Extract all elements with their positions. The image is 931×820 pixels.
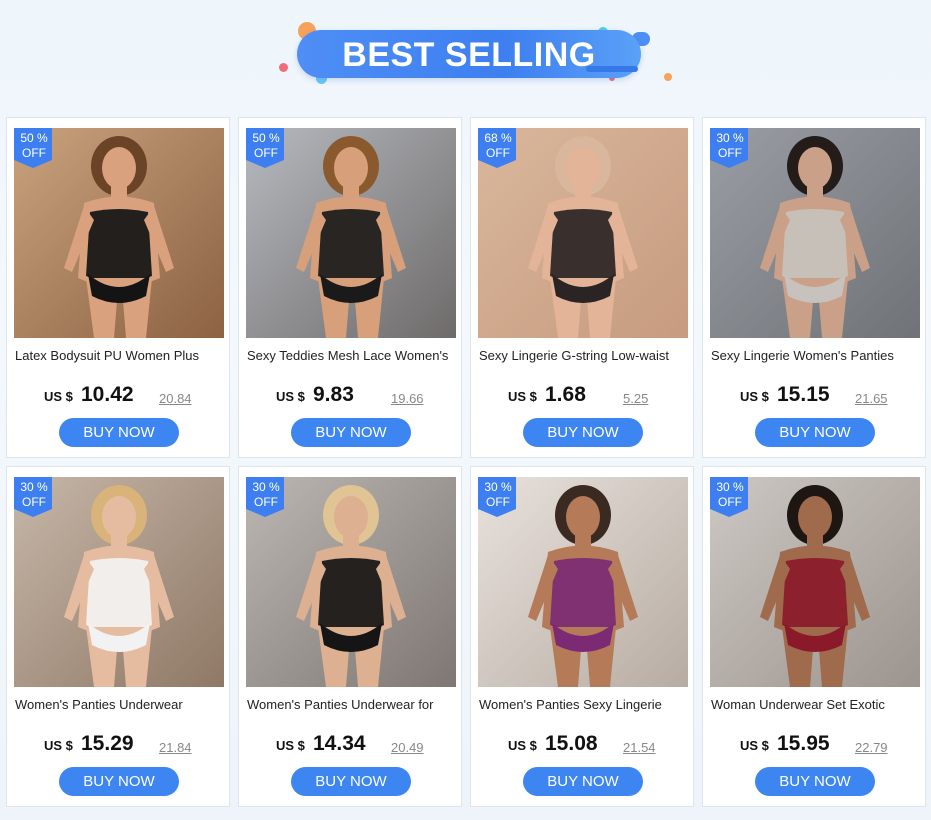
- discount-percent: 50 %: [252, 131, 280, 145]
- discount-badge-text: 68 % OFF: [478, 131, 518, 161]
- original-price: 21.84: [159, 740, 192, 755]
- product-card[interactable]: 30 % OFF Women's Panties Sexy Lingerie US $…: [470, 466, 694, 807]
- price-row: US $ 1.68 5.25: [471, 383, 695, 409]
- product-title[interactable]: Sexy Lingerie G-string Low-waist: [479, 348, 687, 363]
- sale-price: 15.29: [81, 732, 134, 755]
- currency-label: US $: [44, 389, 73, 404]
- discount-off-label: OFF: [254, 146, 278, 160]
- sale-price: 15.95: [777, 732, 830, 755]
- buy-now-button[interactable]: BUY NOW: [291, 767, 411, 796]
- original-price: 20.49: [391, 740, 424, 755]
- discount-badge-text: 50 % OFF: [14, 131, 54, 161]
- product-card[interactable]: 50 % OFF Latex Bodysuit PU Women Plus US $ 1…: [6, 117, 230, 458]
- product-card[interactable]: 50 % OFF Sexy Teddies Mesh Lace Women's US …: [238, 117, 462, 458]
- price-row: US $ 15.08 21.54: [471, 732, 695, 758]
- product-title[interactable]: Women's Panties Sexy Lingerie: [479, 697, 687, 712]
- original-price: 21.54: [623, 740, 656, 755]
- buy-now-button[interactable]: BUY NOW: [291, 418, 411, 447]
- product-card[interactable]: 68 % OFF Sexy Lingerie G-string Low-waist U…: [470, 117, 694, 458]
- product-title[interactable]: Women's Panties Underwear for: [247, 697, 455, 712]
- decor-dot: [664, 73, 672, 81]
- sale-price: 15.15: [777, 383, 830, 406]
- original-price: 22.79: [855, 740, 888, 755]
- discount-off-label: OFF: [486, 495, 510, 509]
- buy-now-button[interactable]: BUY NOW: [59, 418, 179, 447]
- currency-label: US $: [740, 738, 769, 753]
- discount-percent: 30 %: [484, 480, 512, 494]
- discount-off-label: OFF: [718, 495, 742, 509]
- sale-price: 1.68: [545, 383, 586, 406]
- discount-percent: 50 %: [20, 131, 48, 145]
- price-row: US $ 15.15 21.65: [703, 383, 927, 409]
- discount-percent: 68 %: [484, 131, 512, 145]
- product-title[interactable]: Sexy Lingerie Women's Panties: [711, 348, 919, 363]
- buy-now-button[interactable]: BUY NOW: [755, 418, 875, 447]
- original-price: 19.66: [391, 391, 424, 406]
- discount-off-label: OFF: [22, 146, 46, 160]
- product-title[interactable]: Woman Underwear Set Exotic: [711, 697, 919, 712]
- original-price: 21.65: [855, 391, 888, 406]
- discount-badge-text: 30 % OFF: [14, 480, 54, 510]
- discount-off-label: OFF: [486, 146, 510, 160]
- discount-off-label: OFF: [254, 495, 278, 509]
- currency-label: US $: [740, 389, 769, 404]
- best-selling-banner: BEST SELLING: [0, 0, 931, 110]
- price-row: US $ 9.83 19.66: [239, 383, 463, 409]
- discount-off-label: OFF: [718, 146, 742, 160]
- product-title[interactable]: Sexy Teddies Mesh Lace Women's: [247, 348, 455, 363]
- banner-title: BEST SELLING: [342, 36, 596, 74]
- sale-price: 14.34: [313, 732, 366, 755]
- product-card[interactable]: 30 % OFF Woman Underwear Set Exotic US $ 15.…: [702, 466, 926, 807]
- product-grid: 50 % OFF Latex Bodysuit PU Women Plus US $1…: [6, 117, 930, 817]
- original-price: 20.84: [159, 391, 192, 406]
- original-price: 5.25: [623, 391, 649, 406]
- currency-label: US $: [44, 738, 73, 753]
- currency-label: US $: [276, 389, 305, 404]
- sale-price: 10.42: [81, 383, 134, 406]
- discount-percent: 30 %: [716, 131, 744, 145]
- product-card[interactable]: 30 % OFF Sexy Lingerie Women's Panties US $…: [702, 117, 926, 458]
- currency-label: US $: [276, 738, 305, 753]
- discount-percent: 30 %: [20, 480, 48, 494]
- discount-badge-text: 30 % OFF: [710, 480, 750, 510]
- buy-now-button[interactable]: BUY NOW: [59, 767, 179, 796]
- discount-percent: 30 %: [716, 480, 744, 494]
- currency-label: US $: [508, 389, 537, 404]
- discount-badge-text: 30 % OFF: [710, 131, 750, 161]
- discount-badge-text: 50 % OFF: [246, 131, 286, 161]
- discount-off-label: OFF: [22, 495, 46, 509]
- product-title[interactable]: Women's Panties Underwear: [15, 697, 223, 712]
- currency-label: US $: [508, 738, 537, 753]
- product-title[interactable]: Latex Bodysuit PU Women Plus: [15, 348, 223, 363]
- discount-percent: 30 %: [252, 480, 280, 494]
- price-row: US $ 14.34 20.49: [239, 732, 463, 758]
- product-card[interactable]: 30 % OFF Women's Panties Underwear US $ 15.2…: [6, 466, 230, 807]
- discount-badge-text: 30 % OFF: [478, 480, 518, 510]
- decor-dot: [279, 63, 288, 72]
- buy-now-button[interactable]: BUY NOW: [523, 418, 643, 447]
- buy-now-button[interactable]: BUY NOW: [755, 767, 875, 796]
- sale-price: 15.08: [545, 732, 598, 755]
- price-row: US $ 10.42 20.84: [7, 383, 231, 409]
- price-row: US $ 15.95 22.79: [703, 732, 927, 758]
- sale-price: 9.83: [313, 383, 354, 406]
- discount-badge-text: 30 % OFF: [246, 480, 286, 510]
- product-card[interactable]: 30 % OFF Women's Panties Underwear for US $…: [238, 466, 462, 807]
- price-row: US $ 15.29 21.84: [7, 732, 231, 758]
- buy-now-button[interactable]: BUY NOW: [523, 767, 643, 796]
